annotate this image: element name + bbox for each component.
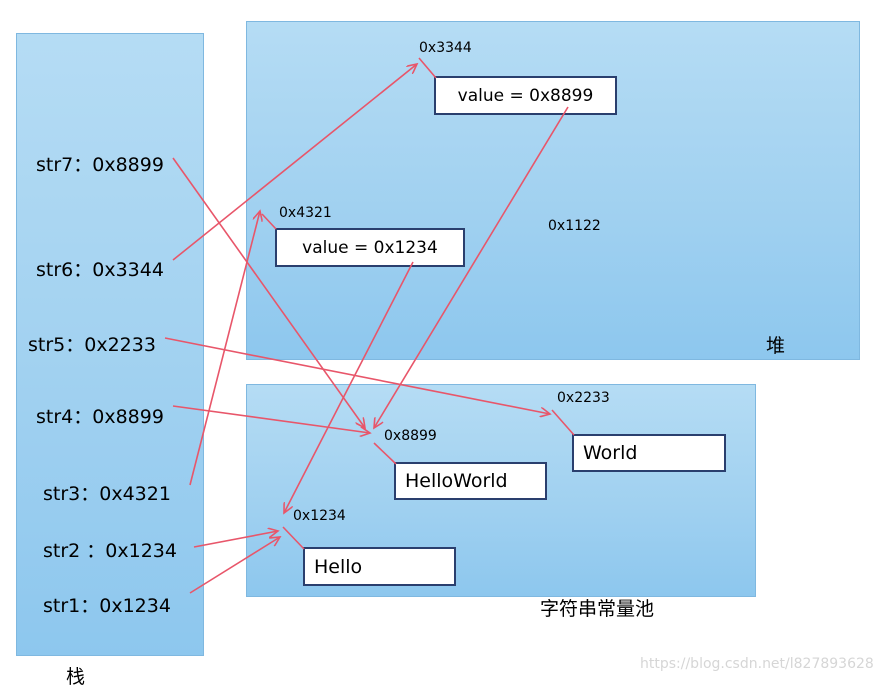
heap-object-address: 0x3344 — [419, 40, 472, 56]
heap-object-box: value = 0x1234 — [275, 228, 465, 267]
stack-var-str1: str1：0x1234 — [43, 595, 171, 617]
stack-title: 栈 — [66, 666, 86, 688]
heap-title: 堆 — [766, 335, 786, 357]
heap-region — [246, 21, 860, 360]
stack-var-str3: str3：0x4321 — [43, 483, 171, 505]
watermark: https://blog.csdn.net/l827893628 — [640, 656, 874, 672]
stack-var-str2: str2 ：0x1234 — [43, 540, 177, 562]
pool-string-box: Hello — [303, 547, 456, 586]
heap-address-label: 0x1122 — [548, 218, 601, 234]
pool-string-address: 0x1234 — [293, 508, 346, 524]
stack-var-str4: str4：0x8899 — [36, 406, 164, 428]
pool-string-box: World — [572, 434, 726, 472]
heap-object-address: 0x4321 — [279, 205, 332, 221]
stack-var-str6: str6：0x3344 — [36, 259, 164, 281]
heap-object-box: value = 0x8899 — [434, 76, 617, 115]
pool-string-address: 0x2233 — [557, 390, 610, 406]
string-pool-title: 字符串常量池 — [540, 598, 655, 620]
pool-string-box: HelloWorld — [394, 462, 547, 500]
pool-string-address: 0x8899 — [384, 428, 437, 444]
stack-var-str5: str5：0x2233 — [28, 334, 156, 356]
stack-var-str7: str7：0x8899 — [36, 154, 164, 176]
